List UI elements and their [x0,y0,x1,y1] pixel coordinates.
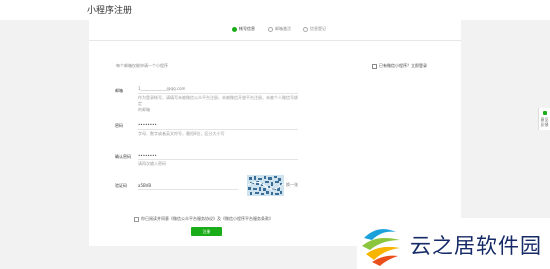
agreement-row[interactable]: 你已阅读并同意《微信公众平台服务协议》及《微信小程序平台服务条款》 [134,216,273,222]
password-desc: 字母、数字或者英文符号，最短8位，区分大小写 [138,131,225,136]
password-field-border [138,129,298,130]
feedback-icon [542,111,547,115]
feedback-label: 意见 反馈 [540,117,549,127]
register-button[interactable]: 注册 [191,227,222,236]
password-field[interactable]: •••••••• [138,122,157,127]
step-indicator: 帐号信息 邮箱激活 信息登记 [89,23,461,41]
form-hint: 每个邮箱仅能申请一个小程序 [116,63,168,68]
step-label: 信息登记 [310,26,326,31]
step-dot-icon [232,26,237,32]
email-desc: 作为登录帐号，请填写未被微信公众平台注册，未被微信开放平台注册，未被个人微信号绑… [138,95,298,113]
watermark-text: 云之居软件园 [410,234,542,258]
agreement-checkbox[interactable] [134,216,139,222]
divider [89,40,461,41]
captcha-label: 验证码 [115,183,127,188]
step-email-activation: 邮箱激活 [268,26,291,32]
confirm-password-desc: 请再次输入密码 [138,161,166,166]
step-label: 邮箱激活 [275,26,291,31]
agreement-text: 你已阅读并同意《微信公众平台服务协议》及《微信小程序平台服务条款》 [141,216,273,221]
watermark: 云之居软件园 [357,218,550,269]
watermark-logo-icon [362,229,400,266]
login-icon [372,63,377,69]
step-label: 帐号信息 [239,26,255,31]
password-label: 密码 [115,123,123,128]
login-link-label: 已有微信小程序？立即登录 [379,63,427,68]
registration-card: 帐号信息 邮箱激活 信息登记 每个邮箱仅能申请一个小程序 已有微信小程序？立即登… [89,19,461,246]
login-link[interactable]: 已有微信小程序？立即登录 [372,63,427,69]
page-title: 小程序注册 [87,6,133,16]
step-dot-icon [303,26,308,32]
step-info-registration: 信息登记 [303,26,326,32]
email-field[interactable]: 1_____________@qq.com [138,86,185,91]
confirm-password-label: 确认密码 [115,154,131,159]
email-desc-line: 的邮箱 [138,107,150,112]
captcha-field-border [138,189,238,190]
email-label: 邮箱 [115,88,123,93]
email-desc-line: 作为登录帐号，请填写未被微信公众平台注册，未被微信开放平台注册，未被个人微信号绑… [138,95,298,106]
email-field-border [138,93,298,94]
confirm-password-field[interactable]: •••••••• [138,153,157,158]
step-dot-icon [268,26,273,32]
captcha-field[interactable]: a5BVB [138,183,151,188]
feedback-tab[interactable]: 意见 反馈 [538,108,550,130]
confirm-password-field-border [138,159,298,160]
top-bar: 小程序注册 [0,0,550,20]
captcha-image[interactable] [247,175,284,196]
step-account-info: 帐号信息 [232,26,255,32]
captcha-refresh-link[interactable]: 换一张 [286,182,298,188]
